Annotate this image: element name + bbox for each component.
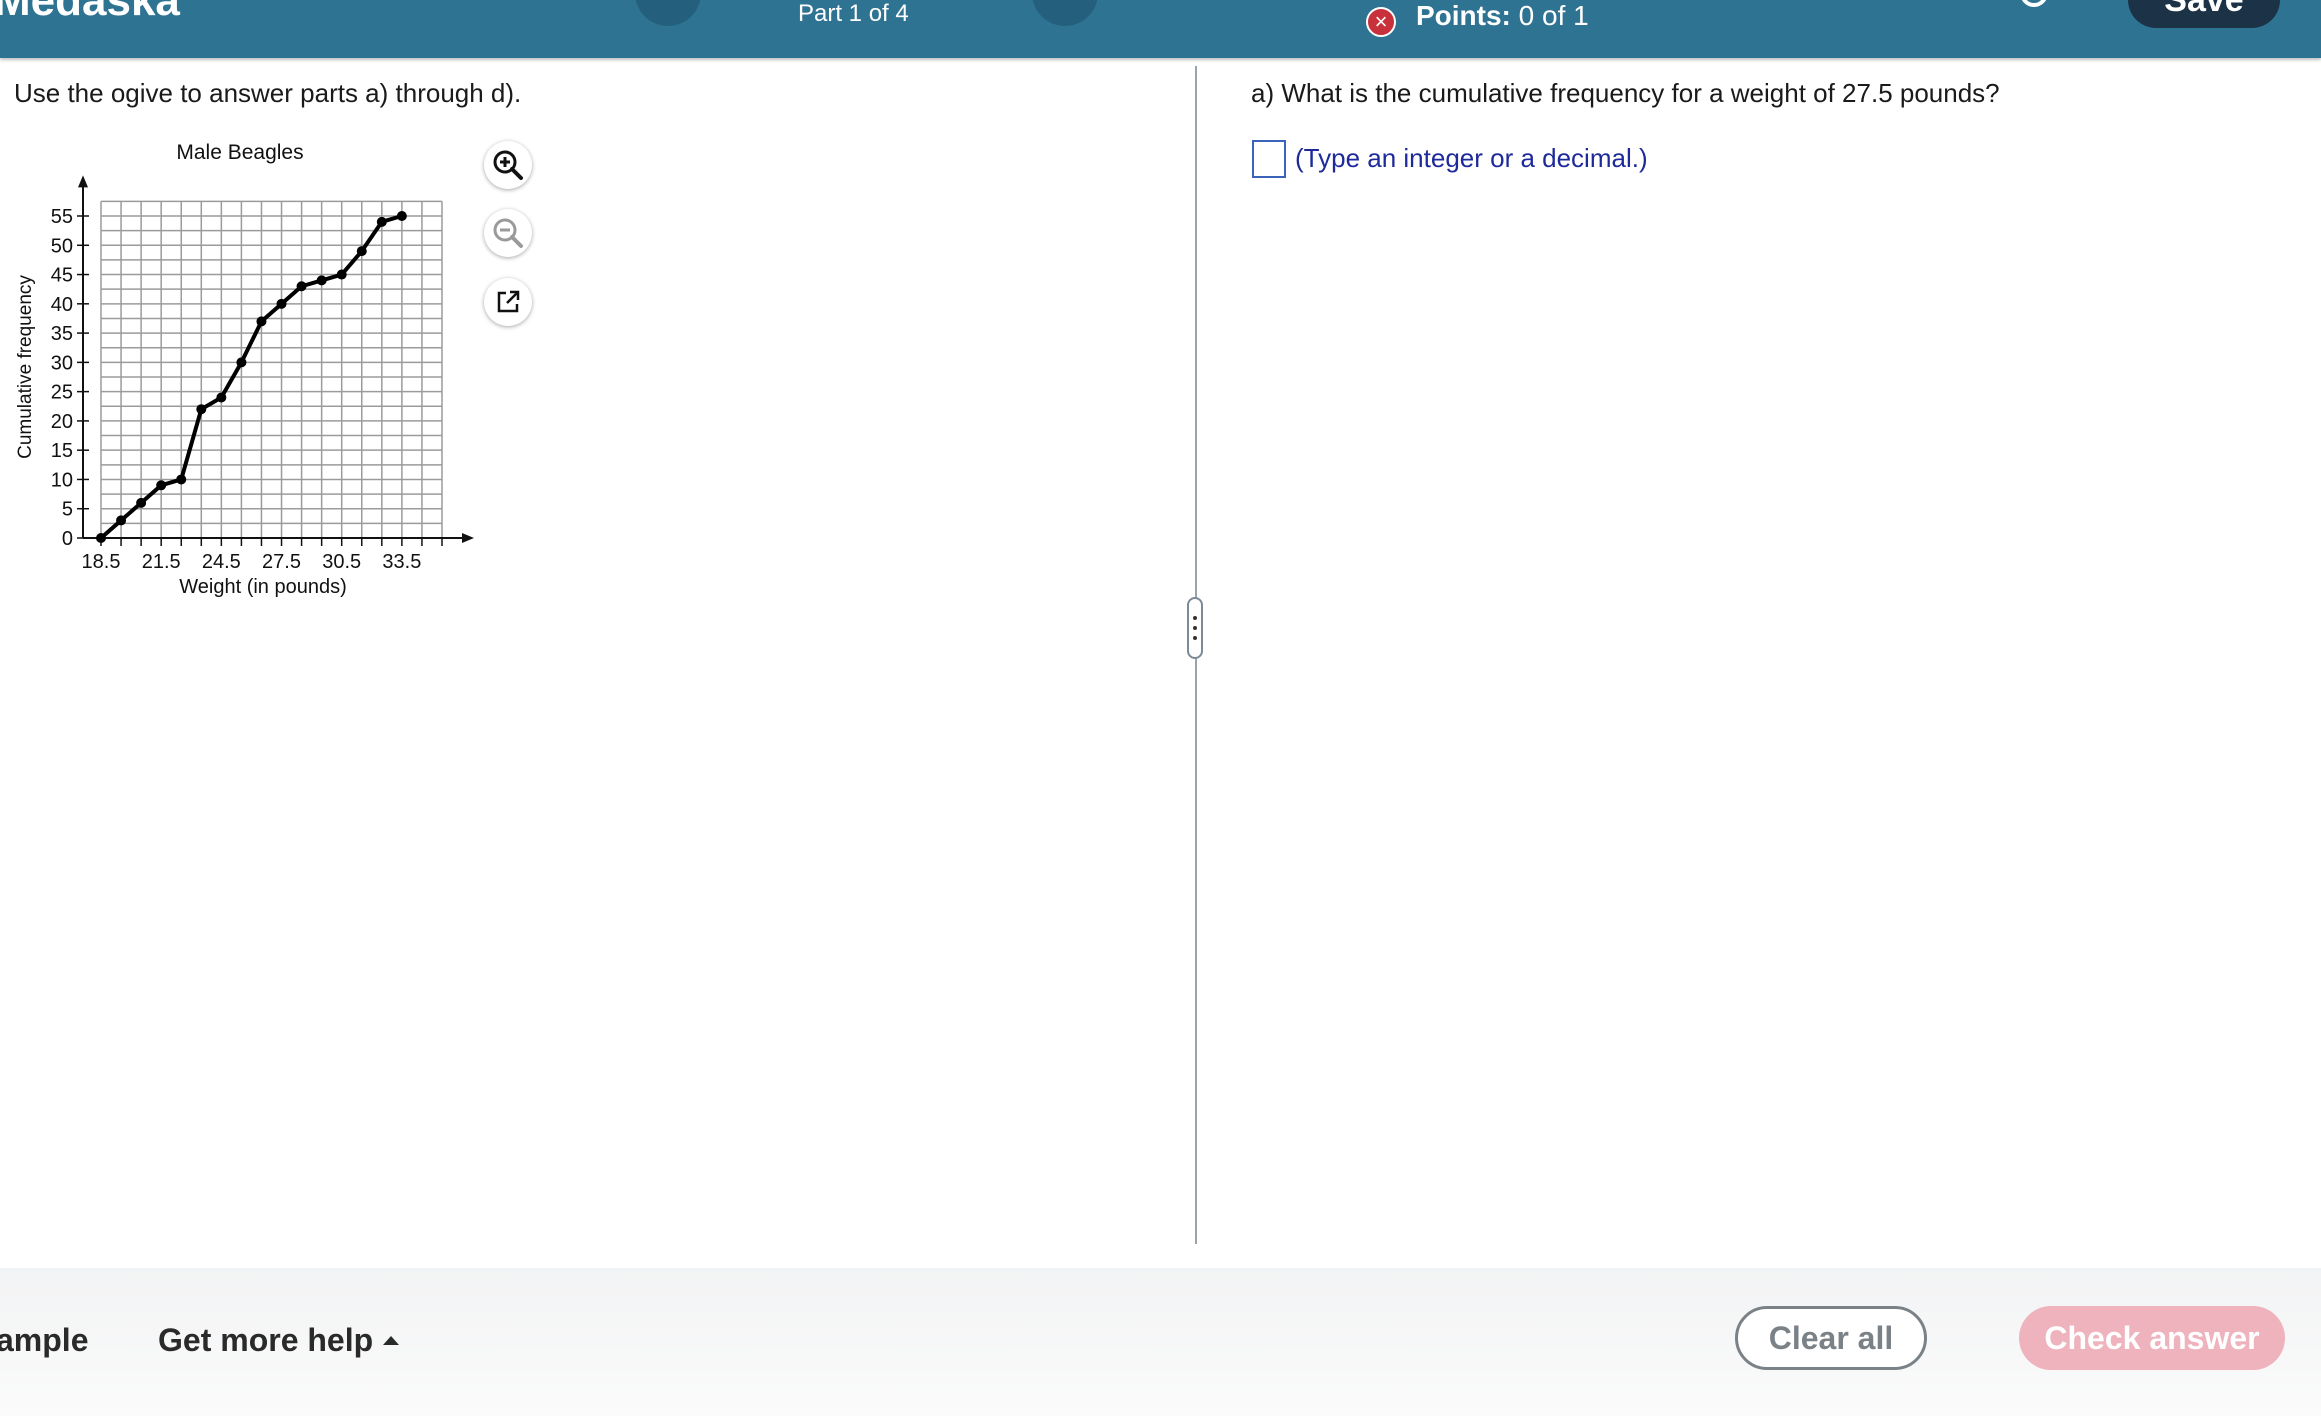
x-axis-label: Weight (in pounds): [179, 576, 347, 598]
y-tick-label: 55: [51, 206, 73, 228]
chart-grid: [100, 200, 443, 539]
ogive-point: [116, 515, 127, 526]
brand-title: Medaska: [0, 0, 180, 25]
x-tick-label: 30.5: [322, 551, 361, 573]
incorrect-icon: ×: [1366, 7, 1396, 37]
y-tick-label: 35: [51, 323, 73, 345]
clear-all-button[interactable]: Clear all: [1735, 1306, 1927, 1370]
chart-title: Male Beagles: [176, 141, 303, 164]
save-button[interactable]: Save: [2128, 0, 2280, 28]
y-tick-label: 5: [62, 499, 73, 521]
y-tick-label: 30: [51, 352, 73, 374]
gear-icon[interactable]: [2015, 0, 2053, 12]
ogive-point: [176, 474, 187, 485]
chart-ticks: 0 5 10 15 20 25 30 35 40 45 50 55 18.5 21.5 24.5 27.5 30…: [51, 206, 443, 573]
ogive-chart: Male Beagles 0 5 10 15 20 25 30 35 40 45 50 55 18.5 2…: [15, 141, 474, 598]
previous-part-button[interactable]: [635, 0, 701, 26]
points-label: Points:: [1416, 0, 1511, 31]
get-more-help-label: Get more help: [158, 1322, 374, 1358]
y-tick-label: 10: [51, 469, 73, 491]
x-tick-label: 21.5: [142, 551, 181, 573]
zoom-in-icon: [493, 150, 523, 180]
ogive-point: [96, 533, 106, 543]
question-text: a) What is the cumulative frequency for …: [1251, 78, 2000, 108]
ogive-point: [196, 404, 207, 415]
ogive-point: [376, 216, 387, 227]
open-new-window-button[interactable]: [484, 278, 532, 326]
panel-resize-handle[interactable]: [1187, 597, 1203, 659]
y-axis-arrow: [78, 175, 88, 188]
ogive-point: [336, 269, 347, 280]
caret-up-icon: [383, 1336, 400, 1345]
points-value: 0 of 1: [1518, 0, 1589, 31]
zoom-out-button[interactable]: [484, 209, 532, 257]
x-tick-label: 27.5: [262, 551, 301, 573]
ogive-point: [316, 275, 327, 286]
y-tick-label: 15: [51, 440, 73, 462]
ogive-point: [156, 480, 167, 491]
external-link-icon: [497, 290, 520, 313]
ogive-point: [356, 246, 367, 257]
instructions-text: Use the ogive to answer parts a) through…: [14, 78, 522, 108]
ogive-point: [276, 298, 287, 309]
ogive-point: [136, 497, 147, 508]
get-more-help-button[interactable]: Get more help: [158, 1322, 400, 1359]
y-tick-label: 40: [51, 294, 73, 316]
view-example-link[interactable]: ample: [0, 1322, 88, 1359]
y-tick-label: 0: [62, 528, 73, 550]
check-answer-button[interactable]: Check answer: [2019, 1306, 2285, 1370]
y-tick-label: 50: [51, 235, 73, 257]
ogive-point: [216, 392, 227, 403]
x-axis-arrow: [462, 533, 474, 543]
ogive-point: [236, 357, 247, 368]
zoom-in-button[interactable]: [484, 141, 532, 189]
y-tick-label: 20: [51, 411, 73, 433]
answer-input[interactable]: [1252, 140, 1286, 178]
zoom-out-icon: [493, 218, 523, 248]
answer-hint: (Type an integer or a decimal.): [1295, 143, 1648, 173]
next-part-button[interactable]: [1032, 0, 1098, 26]
y-axis-label: Cumulative frequency: [15, 275, 36, 459]
top-bar: Medaska Part 1 of 4 × Points: 0 of 1 Sav…: [0, 0, 2321, 58]
y-tick-label: 25: [51, 382, 73, 404]
ogive-point: [396, 211, 407, 221]
x-tick-label: 33.5: [382, 551, 421, 573]
x-tick-label: 18.5: [82, 551, 121, 573]
y-tick-label: 45: [51, 265, 73, 287]
ogive-point: [256, 316, 267, 327]
points-status: × Points: 0 of 1: [1366, 0, 1589, 37]
part-indicator: Part 1 of 4: [798, 0, 909, 27]
x-tick-label: 24.5: [202, 551, 241, 573]
ogive-point: [296, 281, 307, 292]
